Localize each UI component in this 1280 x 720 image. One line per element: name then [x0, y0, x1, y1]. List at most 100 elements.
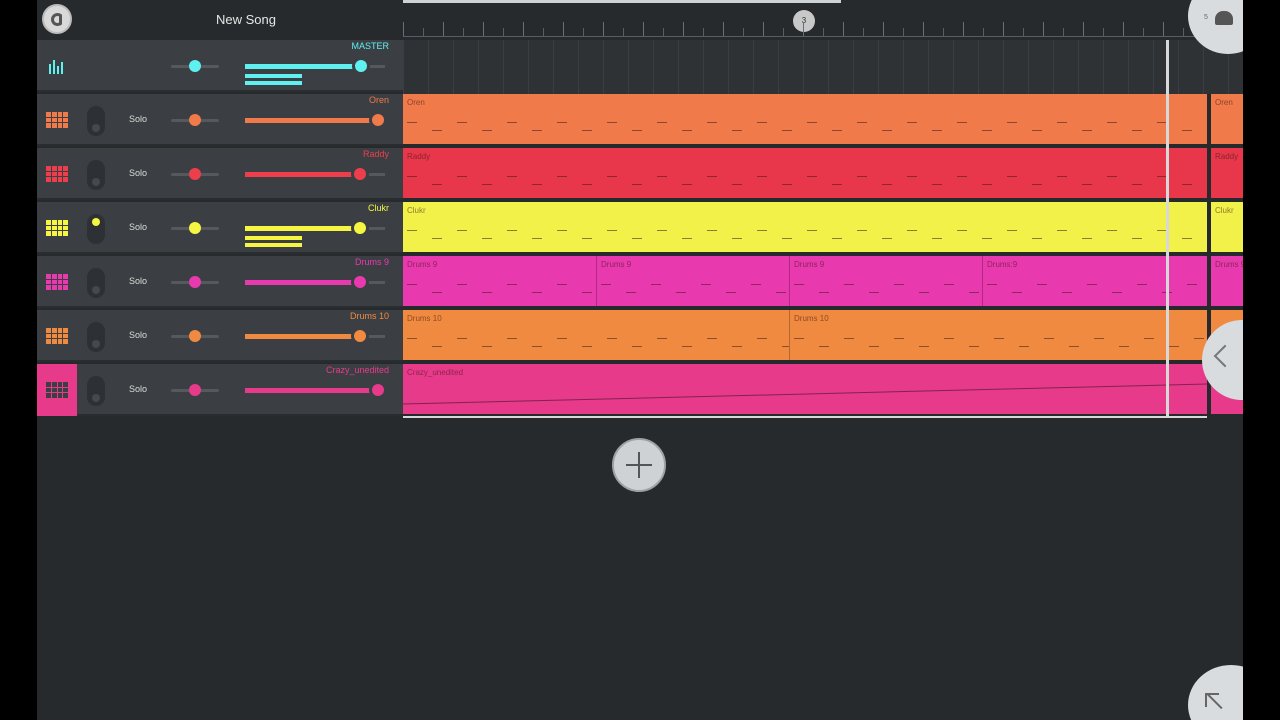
note-mark [407, 230, 417, 231]
ruler-tick [623, 28, 624, 36]
note-mark [507, 230, 517, 231]
instrument-button[interactable] [37, 256, 77, 308]
note-mark [1112, 292, 1122, 293]
track-name[interactable]: Crazy_unedited [326, 365, 389, 375]
track-lane[interactable]: Drums 10 Drums 10 [403, 310, 1243, 362]
solo-button[interactable]: Solo [129, 276, 147, 286]
track-name[interactable]: Clukr [368, 203, 389, 213]
note-mark [657, 338, 667, 339]
master-track: MASTER [37, 40, 1243, 92]
pattern-clip[interactable]: Drums 10 [789, 310, 1207, 360]
instrument-button[interactable] [37, 148, 77, 200]
solo-button[interactable]: Solo [129, 114, 147, 124]
instrument-button[interactable] [37, 94, 77, 146]
mute-toggle[interactable] [87, 214, 105, 244]
pattern-clip[interactable]: Raddy [403, 148, 1207, 198]
track-name[interactable]: Raddy [363, 149, 389, 159]
track-lane[interactable]: Oren Oren [403, 94, 1243, 146]
note-mark [882, 238, 892, 239]
track-name[interactable]: Drums 9 [355, 257, 389, 267]
volume-knob[interactable] [351, 219, 369, 237]
pattern-clip[interactable]: Drums 10 [403, 310, 789, 360]
clip-label: Drums 10 [794, 314, 829, 323]
pan-knob[interactable] [189, 276, 201, 288]
note-mark [932, 130, 942, 131]
song-title[interactable]: New Song [216, 12, 276, 27]
ruler-tick [683, 22, 684, 36]
note-mark [407, 122, 417, 123]
instrument-button[interactable] [37, 310, 77, 362]
note-mark [957, 176, 967, 177]
pattern-clip[interactable]: Crazy_unedited [403, 364, 1207, 414]
note-mark [407, 176, 417, 177]
ruler-tick [763, 22, 764, 36]
pattern-clip-tail[interactable]: Clukr [1211, 202, 1243, 252]
pattern-clip[interactable]: Drums:9 [982, 256, 1207, 306]
volume-knob[interactable] [351, 327, 369, 345]
solo-button[interactable]: Solo [129, 168, 147, 178]
track-name[interactable]: Drums 10 [350, 311, 389, 321]
solo-button[interactable]: Solo [129, 330, 147, 340]
volume-knob[interactable] [369, 381, 387, 399]
pattern-clip-tail[interactable]: Oren [1211, 94, 1243, 144]
pattern-clip[interactable]: Clukr [403, 202, 1207, 252]
pan-knob[interactable] [189, 114, 201, 126]
fullscreen-button[interactable] [1188, 665, 1243, 720]
note-mark [582, 238, 592, 239]
mute-toggle[interactable] [87, 106, 105, 136]
note-mark [676, 292, 686, 293]
pattern-clip-tail[interactable]: Raddy [1211, 148, 1243, 198]
track-lane[interactable]: Clukr Clukr [403, 202, 1243, 254]
volume-knob[interactable] [369, 111, 387, 129]
volume-knob[interactable] [351, 165, 369, 183]
note-mark [732, 346, 742, 347]
note-mark [819, 292, 829, 293]
note-mark [632, 238, 642, 239]
logo-icon[interactable] [42, 4, 72, 34]
instrument-button[interactable] [37, 364, 77, 416]
track-lane[interactable]: Crazy_unedited [403, 364, 1243, 416]
note-mark [507, 338, 517, 339]
playhead[interactable] [1166, 40, 1169, 418]
master-pan-knob[interactable] [189, 60, 201, 72]
pan-knob[interactable] [189, 330, 201, 342]
master-volume-knob[interactable] [352, 57, 370, 75]
drum-pad-icon [46, 328, 68, 344]
track-name[interactable]: Oren [369, 95, 389, 105]
timeline-scrollbar[interactable] [403, 0, 841, 3]
pan-knob[interactable] [189, 222, 201, 234]
pan-knob[interactable] [189, 168, 201, 180]
pattern-clip[interactable]: Drums 9 [596, 256, 789, 306]
note-mark [832, 238, 842, 239]
note-mark [757, 122, 767, 123]
track-lane[interactable]: Drums 9 Drums 9 Drums 9 Drums:9 Drums 9 [403, 256, 1243, 308]
mute-toggle[interactable] [87, 322, 105, 352]
mute-toggle[interactable] [87, 160, 105, 190]
note-mark [782, 238, 792, 239]
pattern-clip[interactable]: Oren [403, 94, 1207, 144]
clip-label: Drums 9 [794, 260, 825, 269]
solo-button[interactable]: Solo [129, 222, 147, 232]
note-mark [432, 238, 442, 239]
track-lane[interactable]: Raddy Raddy [403, 148, 1243, 200]
position-marker[interactable]: 3 [793, 10, 815, 32]
note-mark [1119, 346, 1129, 347]
mixer-icon[interactable] [37, 40, 77, 92]
note-mark [1107, 176, 1117, 177]
solo-button[interactable]: Solo [129, 384, 147, 394]
drum-pad-icon [46, 274, 68, 290]
note-mark [532, 184, 542, 185]
pattern-clip-tail[interactable]: Drums 9 [1211, 256, 1243, 306]
pattern-clip[interactable]: Drums 9 [789, 256, 982, 306]
note-mark [844, 338, 854, 339]
mute-toggle[interactable] [87, 268, 105, 298]
volume-knob[interactable] [351, 273, 369, 291]
pattern-clip[interactable]: Drums 9 [403, 256, 596, 306]
mute-toggle[interactable] [87, 376, 105, 406]
pan-knob[interactable] [189, 384, 201, 396]
note-mark [732, 130, 742, 131]
note-mark [832, 184, 842, 185]
timeline-ruler[interactable]: 3 [403, 0, 1243, 40]
instrument-button[interactable] [37, 202, 77, 254]
add-track-button[interactable] [612, 438, 666, 492]
